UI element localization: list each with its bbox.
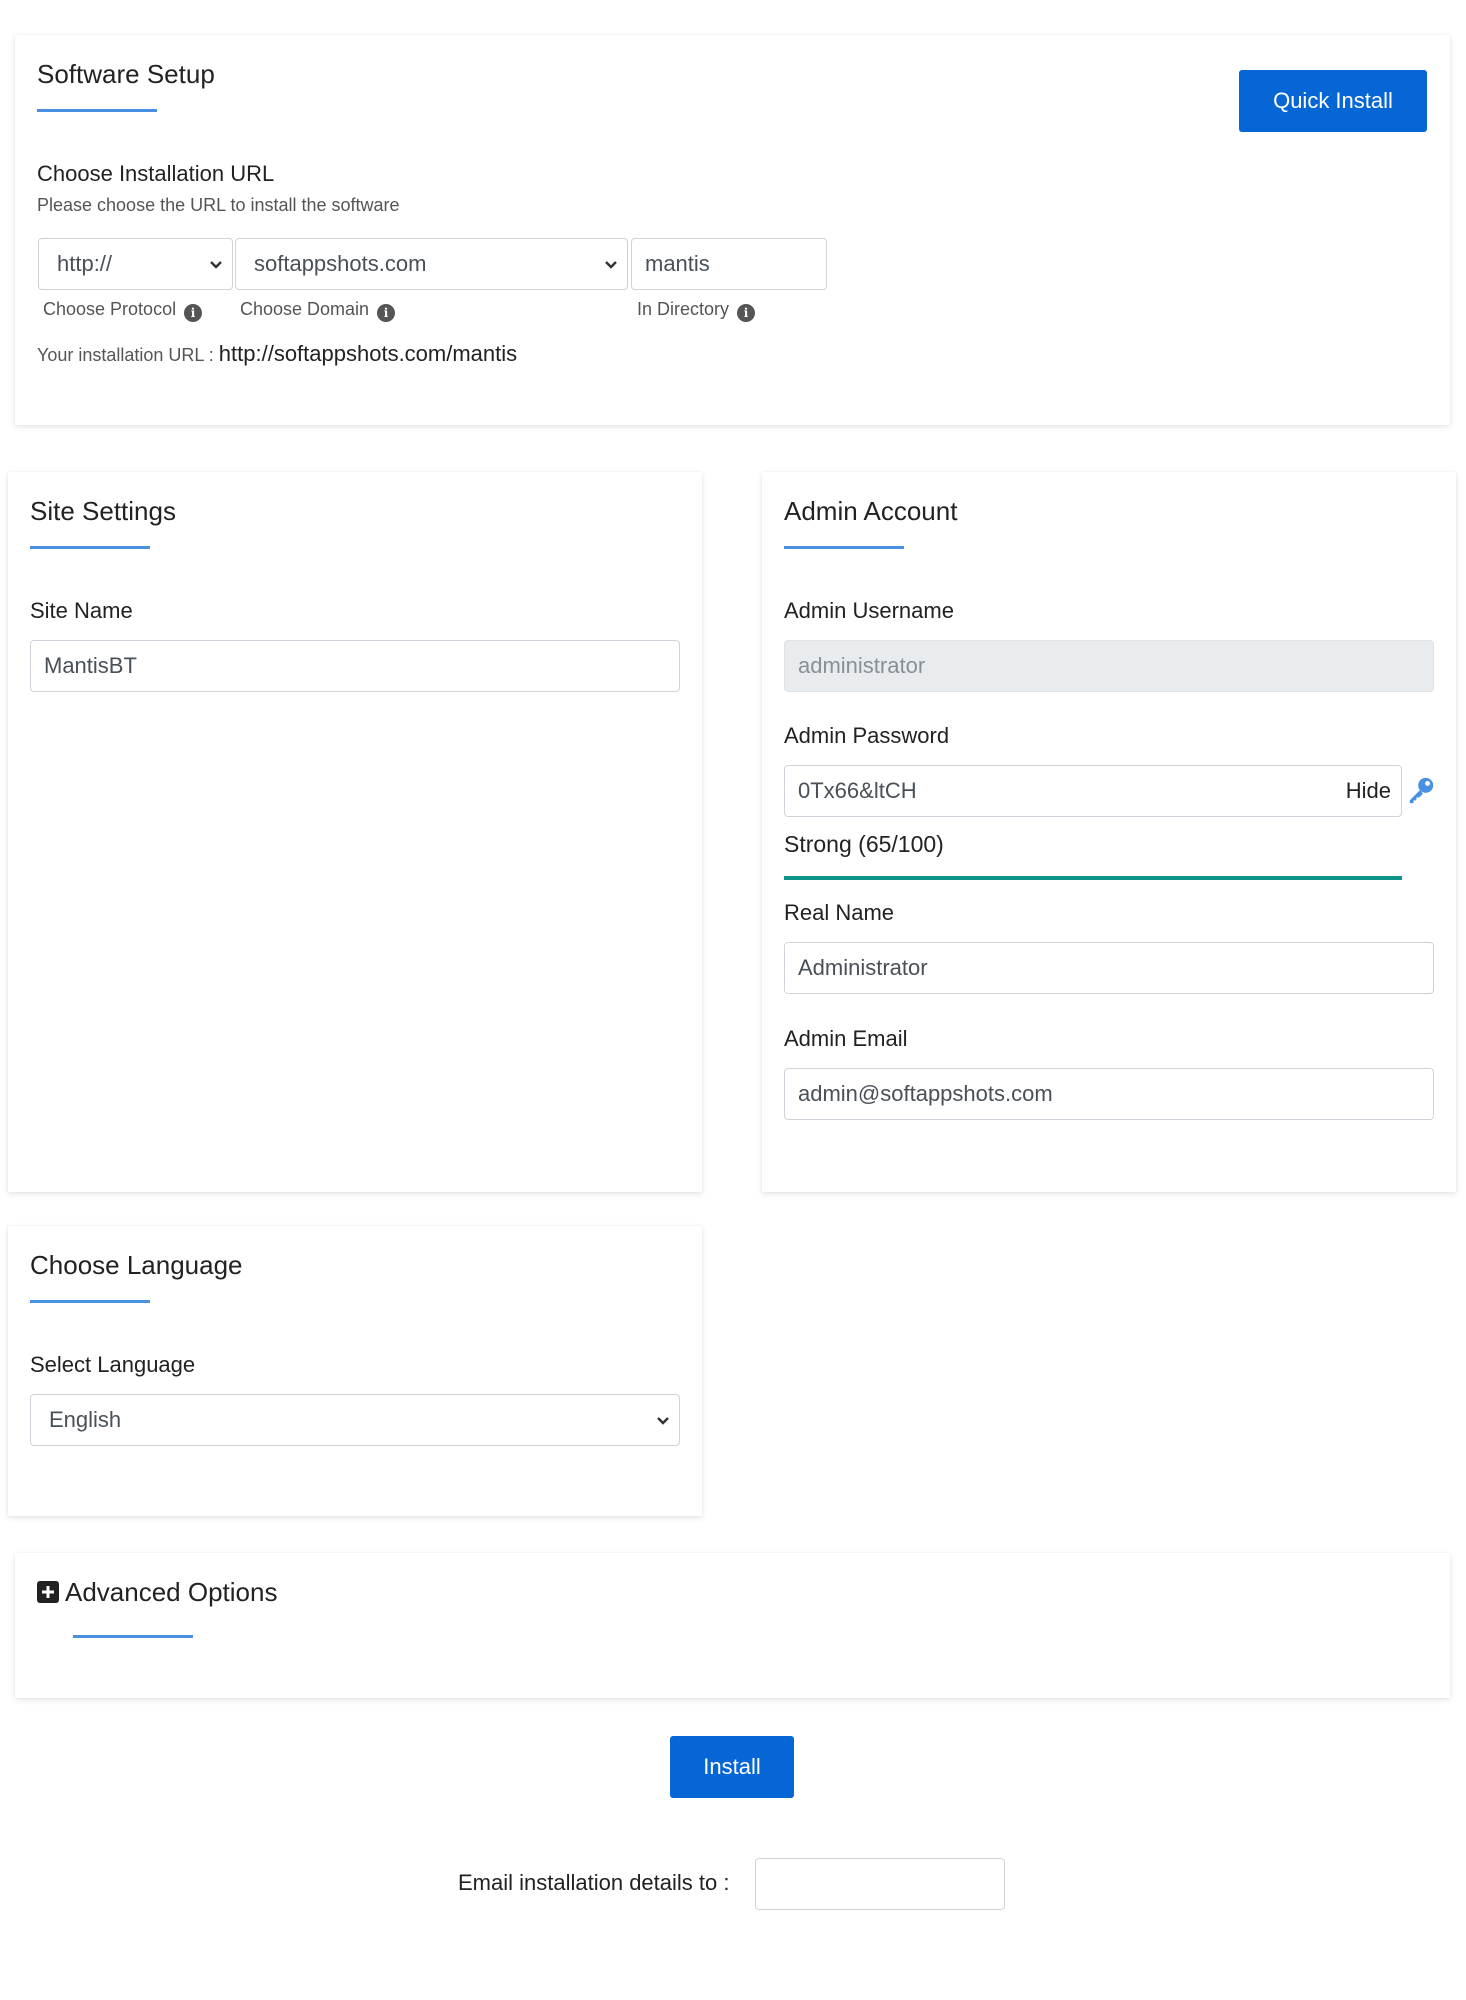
advanced-options-title-underline xyxy=(73,1635,193,1638)
admin-password-value: 0Tx66&ltCH xyxy=(798,778,917,803)
directory-caption-text: In Directory xyxy=(637,299,730,319)
software-setup-card: Software Setup Quick Install Choose Inst… xyxy=(15,35,1450,425)
install-url-value: http://softappshots.com/mantis xyxy=(218,341,518,366)
software-setup-title-underline xyxy=(37,109,157,112)
advanced-options-toggle[interactable]: Advanced Options xyxy=(37,1577,277,1608)
site-name-label: Site Name xyxy=(30,598,133,623)
admin-username-label: Admin Username xyxy=(784,598,954,623)
info-icon[interactable]: i xyxy=(377,304,396,322)
protocol-select[interactable]: http:// xyxy=(38,238,233,290)
hide-password-button[interactable]: Hide xyxy=(1346,766,1391,816)
directory-caption: In Directory i xyxy=(637,299,756,322)
info-icon[interactable]: i xyxy=(184,304,203,322)
password-strength-fill xyxy=(784,876,1402,880)
password-strength-text: Strong (65/100) xyxy=(784,831,944,857)
domain-value: softappshots.com xyxy=(254,251,427,276)
advanced-options-title: Advanced Options xyxy=(65,1577,278,1607)
choose-language-title: Choose Language xyxy=(30,1250,243,1280)
plus-square-icon xyxy=(37,1581,59,1603)
protocol-caption: Choose Protocol i xyxy=(43,299,203,322)
quick-install-button[interactable]: Quick Install xyxy=(1239,70,1427,132)
key-icon[interactable] xyxy=(1406,775,1436,805)
protocol-caption-text: Choose Protocol xyxy=(43,299,177,319)
admin-password-label: Admin Password xyxy=(784,723,950,748)
install-url-prefix: Your installation URL : xyxy=(37,345,214,365)
domain-caption: Choose Domain i xyxy=(240,299,396,322)
site-settings-title: Site Settings xyxy=(30,496,176,526)
email-details-input[interactable] xyxy=(755,1858,1005,1910)
choose-language-title-underline xyxy=(30,1300,150,1303)
admin-account-title: Admin Account xyxy=(784,496,958,526)
email-details-label: Email installation details to : xyxy=(458,1870,730,1895)
install-url-line: Your installation URL : http://softappsh… xyxy=(37,341,517,367)
choose-language-card: Choose Language Select Language English xyxy=(8,1226,702,1516)
domain-caption-text: Choose Domain xyxy=(240,299,370,319)
admin-password-input[interactable]: 0Tx66&ltCH Hide xyxy=(784,765,1402,817)
admin-account-card: Admin Account Admin Username administrat… xyxy=(762,472,1456,1192)
site-settings-title-underline xyxy=(30,546,150,549)
real-name-label: Real Name xyxy=(784,900,895,925)
site-name-input[interactable]: MantisBT xyxy=(30,640,680,692)
info-icon[interactable]: i xyxy=(737,304,756,322)
admin-email-input[interactable]: admin@softappshots.com xyxy=(784,1068,1434,1120)
select-language-label: Select Language xyxy=(30,1352,196,1377)
language-selected-value: English xyxy=(49,1407,122,1432)
protocol-value: http:// xyxy=(57,251,113,276)
admin-account-title-underline xyxy=(784,546,904,549)
password-strength-bar xyxy=(784,876,1402,880)
choose-url-label: Choose Installation URL xyxy=(37,161,275,186)
directory-input[interactable]: mantis xyxy=(631,238,827,290)
admin-email-label: Admin Email xyxy=(784,1026,908,1051)
real-name-input[interactable]: Administrator xyxy=(784,942,1434,994)
advanced-options-card: Advanced Options xyxy=(15,1553,1450,1698)
chevron-down-icon xyxy=(605,261,617,269)
site-settings-card: Site Settings Site Name MantisBT xyxy=(8,472,702,1192)
choose-url-help: Please choose the URL to install the sof… xyxy=(37,195,400,215)
software-setup-title: Software Setup xyxy=(37,59,215,89)
install-button[interactable]: Install xyxy=(670,1736,794,1798)
chevron-down-icon xyxy=(657,1417,669,1425)
chevron-down-icon xyxy=(210,261,222,269)
admin-username-input[interactable]: administrator xyxy=(784,640,1434,692)
language-select[interactable]: English xyxy=(30,1394,680,1446)
domain-select[interactable]: softappshots.com xyxy=(235,238,628,290)
